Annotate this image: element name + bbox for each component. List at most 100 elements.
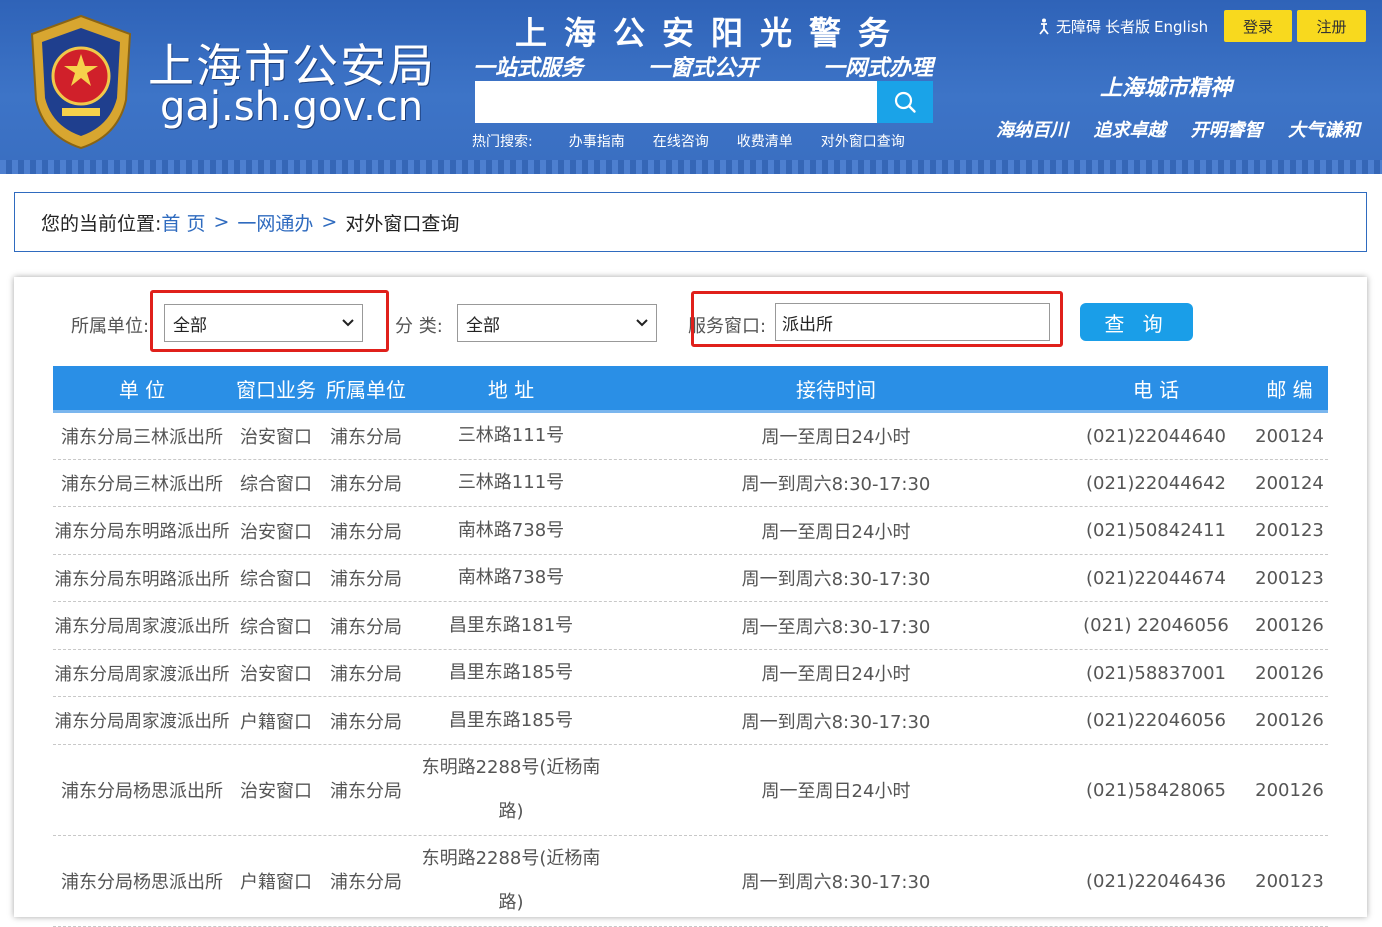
table-cell: 昌里东路181号 [448,614,574,636]
table-cell: 东明路2288号(近杨南路) [421,848,601,913]
table-cell: 200124 [1255,472,1324,494]
table-row: 浦东分局周家渡派出所 治安窗口 浦东分局 昌里东路185号 周一至周日24小时 (021)… [53,650,1328,697]
table-cell: (021) 22046056 [1083,615,1229,636]
table-cell: 周一至周日24小时 [761,664,911,685]
table-cell: 综合窗口 [240,474,312,495]
brand-slogans: 一站式服务 一窗式公开 一网式办理 [473,50,933,82]
table-cell: 南林路738号 [457,519,565,541]
accessibility-icon [1039,18,1049,35]
table-cell: (021)22044640 [1085,425,1227,447]
login-button[interactable]: 登录 [1224,10,1292,42]
table-cell: 浦东分局 [330,664,402,685]
table-cell: 周一到周六8:30-17:30 [741,569,931,590]
hot-link[interactable]: 办事指南 [569,131,625,151]
table-header: 单 位 窗口业务 所属单位 地 址 接待时间 电 话 邮 编 [53,366,1328,413]
breadcrumb-label: 您的当前位置: [41,212,162,235]
table-cell: 周一到周六8:30-17:30 [741,711,931,733]
unit-label: 所属单位: [71,316,150,337]
site-domain: gaj.sh.gov.cn [160,84,424,130]
header-stripe [0,160,1382,174]
table-cell: 200126 [1255,710,1324,731]
search-icon [894,91,916,113]
search-button[interactable] [877,81,933,123]
table-cell: 浦东分局 [330,521,402,543]
column-header: 电 话 [1132,377,1180,402]
table-cell: 浦东分局 [330,616,402,638]
table-cell: 浦东分局周家渡派出所 [54,712,230,732]
table-cell: 东明路2288号(近杨南路) [421,757,601,822]
table-cell: 综合窗口 [240,569,312,590]
column-header: 单 位 [118,377,166,402]
table-cell: 浦东分局 [330,781,402,802]
table-cell: 浦东分局 [330,872,402,893]
table-cell: 200123 [1255,870,1324,892]
table-cell: (021)58837001 [1085,662,1227,684]
police-emblem-icon [30,14,132,150]
table-cell: 浦东分局 [330,474,402,495]
table-cell: 周一到周六8:30-17:30 [741,872,931,893]
column-header: 接待时间 [796,377,876,402]
table-cell: 周一至周日24小时 [761,521,911,543]
hot-link[interactable]: 收费清单 [737,131,793,151]
category-select[interactable]: 全部 [457,304,657,342]
column-header: 邮 编 [1266,377,1313,402]
table-cell: (021)22044674 [1085,567,1227,589]
breadcrumb-home[interactable]: 首 页 [161,209,205,236]
table-cell: 治安窗口 [240,521,312,543]
table-cell: 三林路111号 [457,472,565,493]
table-cell: 浦东分局东明路派出所 [54,522,230,542]
search-input[interactable] [475,81,877,123]
motto-item: 追求卓越 [1093,120,1166,141]
table-cell: 周一至周日24小时 [761,427,911,448]
query-button[interactable]: 查 询 [1080,303,1193,341]
slogan: 一站式服务 [473,55,584,81]
table-cell: 200126 [1255,779,1324,801]
table-cell: 200126 [1255,662,1324,684]
hot-link[interactable]: 对外窗口查询 [821,131,905,151]
table-cell: 综合窗口 [240,616,312,638]
register-button[interactable]: 注册 [1297,10,1366,42]
motto-item: 海纳百川 [996,120,1068,141]
table-cell: 浦东分局杨思派出所 [61,872,223,893]
table-cell: 浦东分局 [330,427,402,448]
category-label: 分 类: [395,316,443,337]
table-row: 浦东分局周家渡派出所 户籍窗口 浦东分局 昌里东路185号 周一到周六8:30-17:3… [53,697,1328,745]
table-cell: (021)22046056 [1085,710,1227,731]
hot-link[interactable]: 在线咨询 [653,131,709,151]
table-cell: (021)22044642 [1085,472,1227,494]
table-cell: (021)50842411 [1085,520,1227,541]
table-row: 浦东分局周家渡派出所 综合窗口 浦东分局 昌里东路181号 周一至周六8:30-17:3… [53,602,1328,650]
highlight-box [691,291,1063,347]
accessible-link[interactable]: 无障碍 [1056,16,1101,37]
breadcrumb-onenet[interactable]: 一网通办 [237,209,313,236]
table-cell: 浦东分局三林派出所 [61,474,223,495]
hot-search-label: 热门搜索: [472,134,533,150]
table-cell: (021)58428065 [1085,779,1227,801]
hot-search: 热门搜索: 办事指南 在线咨询 收费清单 对外窗口查询 [472,131,933,151]
table-cell: 三林路111号 [457,425,565,446]
category-select-value: 全部 [466,315,500,336]
query-panel: 所属单位: 全部 分 类: 全部 服务窗口: 派出所 查 询 单 位 窗口业务 … [14,277,1367,927]
motto-item: 开明睿智 [1190,120,1263,141]
table-cell: 浦东分局东明路派出所 [54,569,230,590]
table-cell: 浦东分局周家渡派出所 [54,617,230,637]
table-cell: 昌里东路185号 [448,709,574,731]
site-search [475,81,933,123]
elder-link[interactable]: 长者版 [1105,16,1150,37]
table-row: 浦东分局三林派出所 综合窗口 浦东分局 三林路111号 周一到周六8:30-17:30 (… [53,460,1328,507]
table-row: 浦东分局东明路派出所 综合窗口 浦东分局 南林路738号 周一到周六8:30-17:30… [53,555,1328,602]
column-header: 窗口业务 [236,377,316,402]
breadcrumb: 您的当前位置: 首 页 > 一网通办 > 对外窗口查询 [14,192,1367,252]
top-links: 无障碍 长者版 English [1036,16,1212,37]
breadcrumb-separator: > [321,211,338,233]
table-cell: 户籍窗口 [240,872,312,893]
table-row: 浦东分局三林派出所 治安窗口 浦东分局 三林路111号 周一至周日24小时 (021)22… [53,413,1328,460]
spirit-motto: 海纳百川 追求卓越 开明睿智 大气谦和 [996,116,1360,142]
table-cell: 周一至周六8:30-17:30 [741,616,931,638]
table-cell: 周一到周六8:30-17:30 [741,474,931,495]
motto-item: 大气谦和 [1287,120,1360,141]
english-link[interactable]: English [1154,18,1208,36]
table-cell: 周一至周日24小时 [761,781,911,802]
table-cell: 200126 [1255,615,1324,636]
results-table: 单 位 窗口业务 所属单位 地 址 接待时间 电 话 邮 编 浦东分局三林派出所… [53,366,1328,927]
